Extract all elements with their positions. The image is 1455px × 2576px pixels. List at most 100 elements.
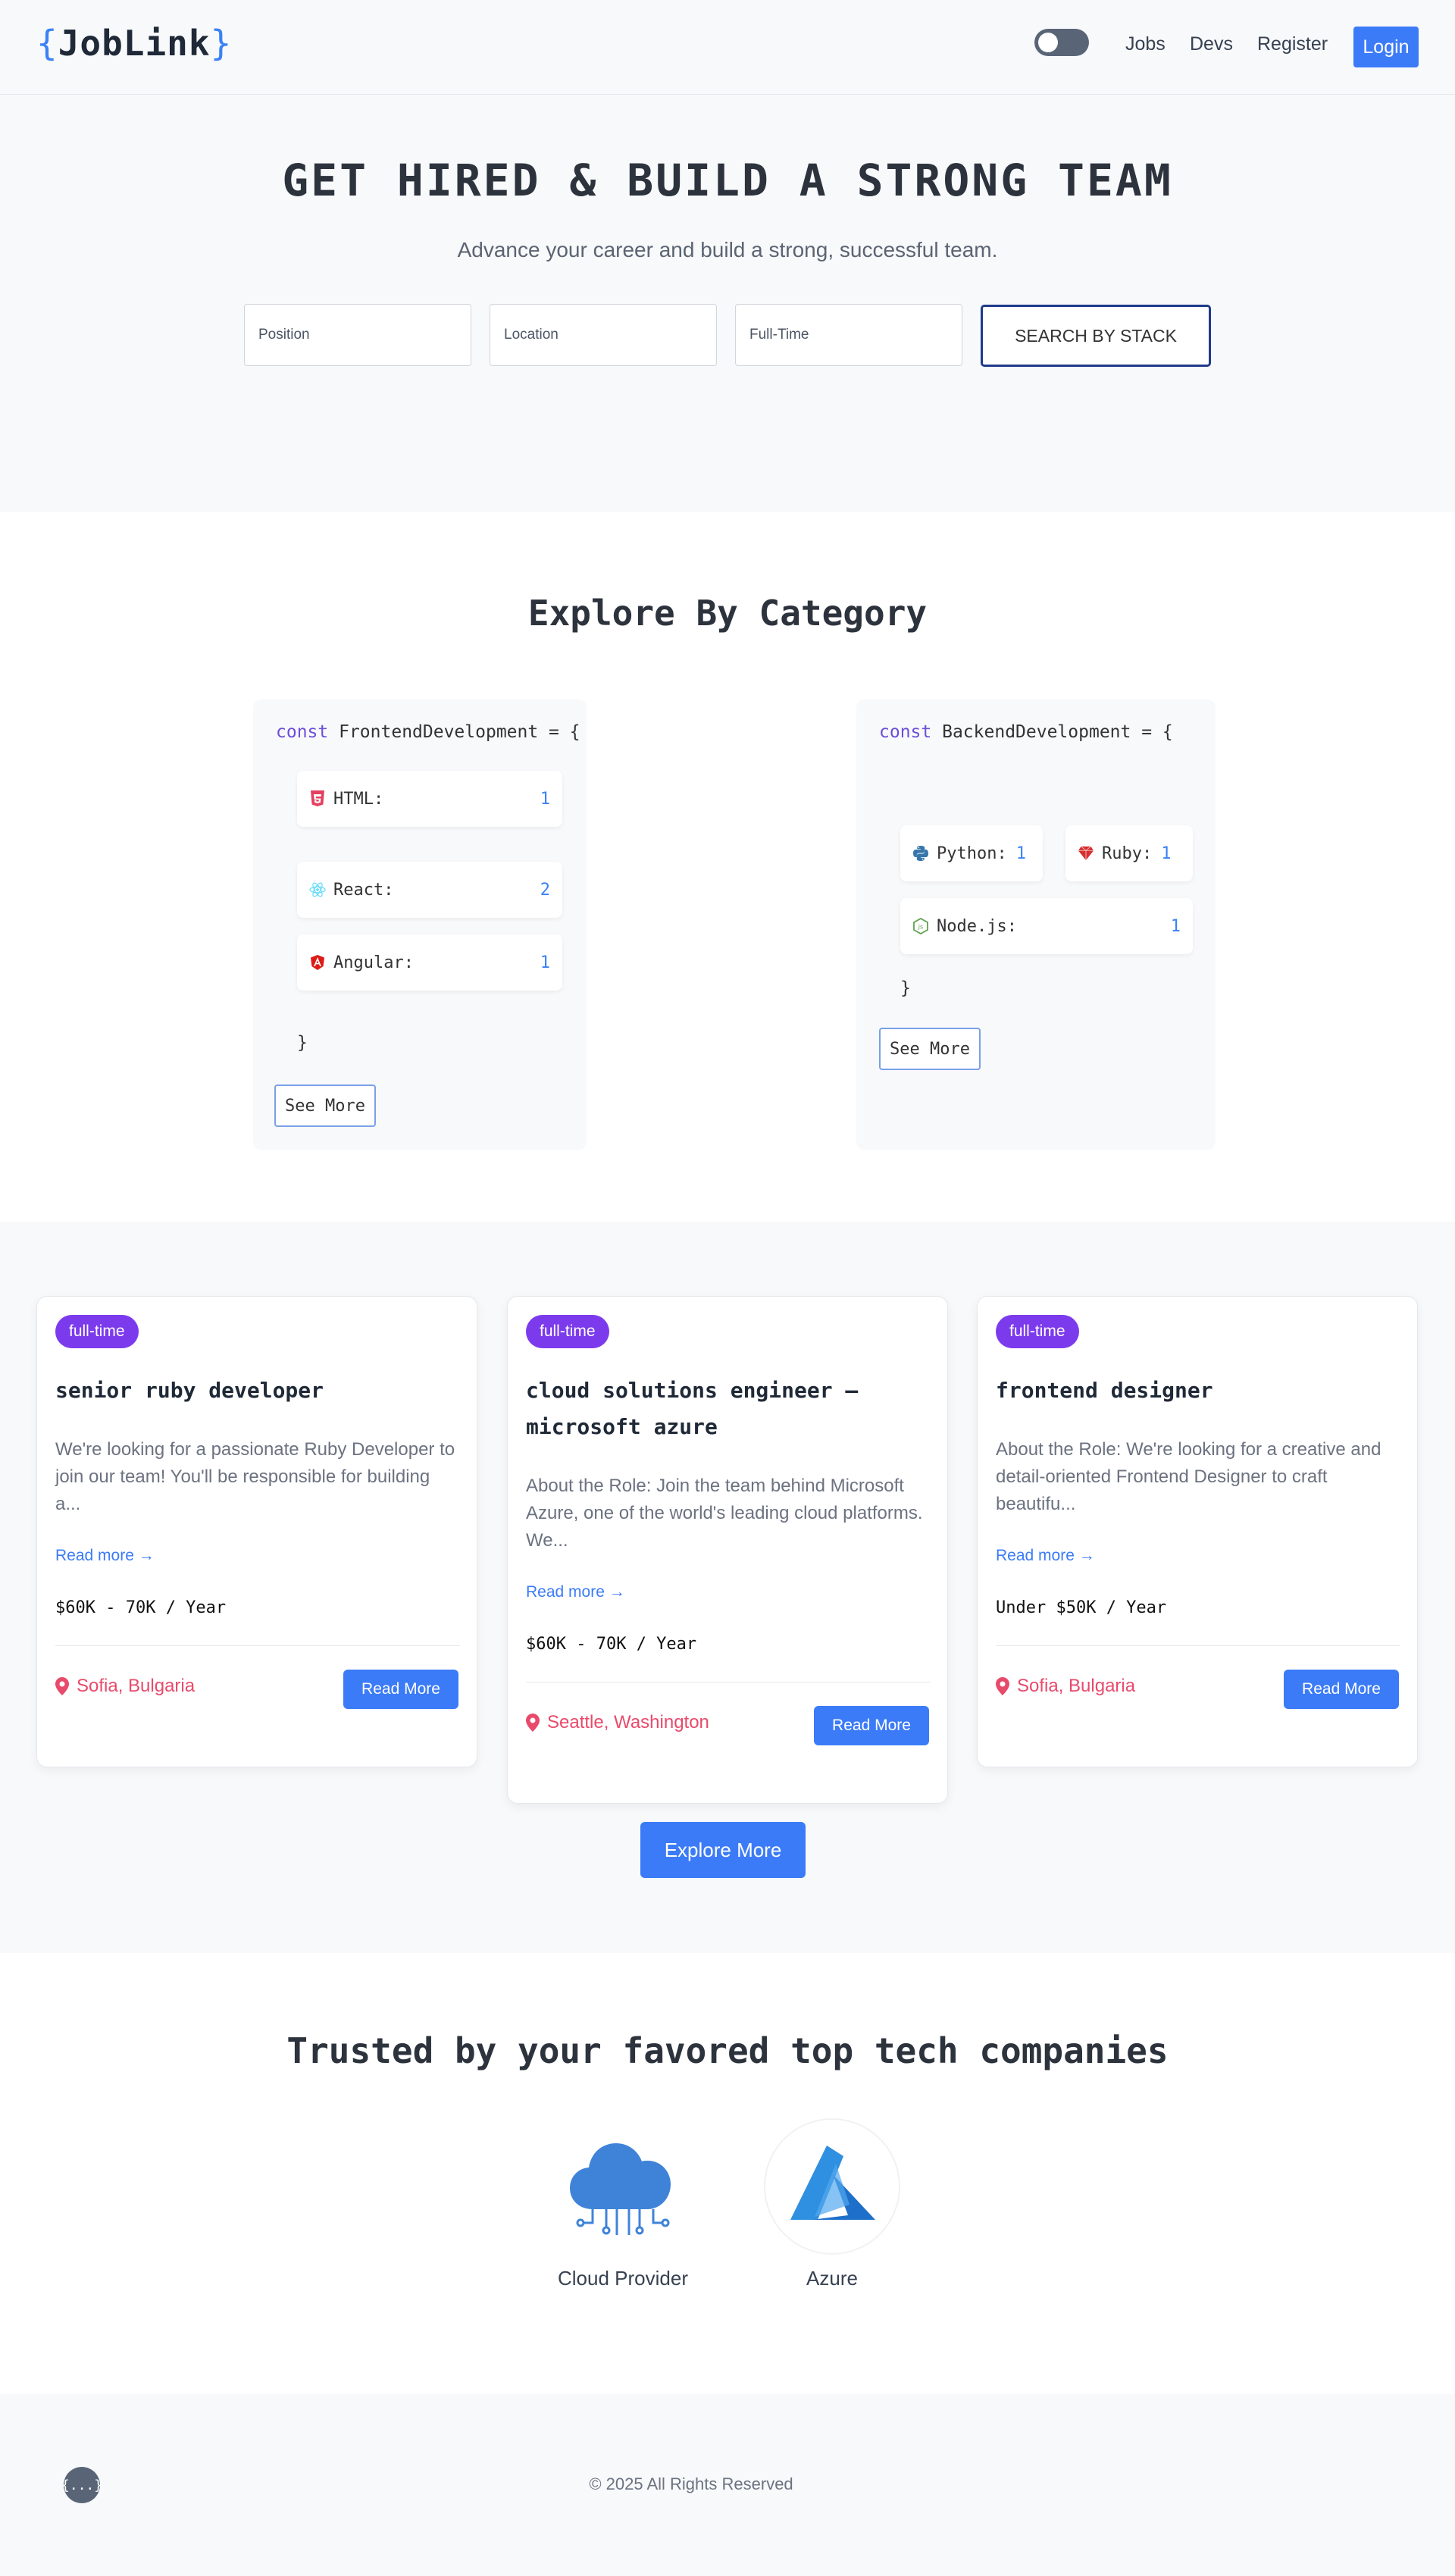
- backend-category-card: const BackendDevelopment = { Python: 1 R…: [856, 700, 1216, 1150]
- read-more-button[interactable]: Read More: [343, 1670, 458, 1709]
- job-description: We're looking for a passionate Ruby Deve…: [55, 1439, 455, 1514]
- tech-item-nodejs[interactable]: js Node.js: 1: [900, 898, 1193, 954]
- tech-count: 1: [540, 789, 550, 809]
- tech-label: Python:: [937, 844, 1007, 863]
- logo-open-brace: {: [36, 23, 58, 64]
- job-type-input[interactable]: Full-Time: [735, 304, 962, 366]
- location-pin-icon: [526, 1714, 540, 1732]
- job-card: full-time senior ruby developer We're lo…: [36, 1296, 477, 1767]
- trusted-title: Trusted by your favored top tech compani…: [286, 2030, 1169, 2071]
- backend-heading: const BackendDevelopment = {: [879, 722, 1173, 742]
- backend-name: BackendDevelopment = {: [942, 722, 1173, 742]
- python-icon: [912, 845, 929, 862]
- logo[interactable]: {JobLink}: [36, 23, 232, 64]
- tech-label: React:: [333, 880, 394, 900]
- job-type-badge: full-time: [526, 1315, 609, 1348]
- backend-see-more-button[interactable]: See More: [879, 1028, 981, 1070]
- svg-text:js: js: [918, 924, 923, 931]
- location-text: Sofia, Bulgaria: [1017, 1676, 1136, 1696]
- html5-icon: [309, 790, 326, 807]
- nav-register[interactable]: Register: [1257, 33, 1328, 55]
- read-more-link[interactable]: Read more →: [526, 1583, 625, 1601]
- tech-label: Angular:: [333, 953, 414, 972]
- job-salary: Under $50K / Year: [996, 1598, 1167, 1617]
- job-location: Sofia, Bulgaria: [55, 1676, 195, 1697]
- tech-item-html[interactable]: HTML: 1: [297, 771, 562, 827]
- tech-count: 1: [1015, 844, 1026, 863]
- job-location: Seattle, Washington: [526, 1712, 709, 1733]
- company-name: Azure: [806, 2267, 858, 2290]
- tech-item-python[interactable]: Python: 1: [900, 825, 1043, 881]
- job-card: full-time cloud solutions engineer – mic…: [507, 1296, 948, 1804]
- react-icon: [309, 881, 326, 898]
- frontend-category-card: const FrontendDevelopment = { HTML: 1 Re…: [253, 700, 587, 1150]
- read-more-button[interactable]: Read More: [814, 1706, 929, 1745]
- closing-brace: }: [900, 978, 911, 998]
- tech-label: HTML:: [333, 789, 384, 809]
- company-name: Cloud Provider: [558, 2267, 688, 2290]
- job-card: full-time frontend designer About the Ro…: [977, 1296, 1418, 1767]
- location-input[interactable]: Location: [490, 304, 717, 366]
- job-title: frontend designer: [996, 1378, 1213, 1403]
- const-keyword: const: [276, 722, 329, 742]
- job-title: senior ruby developer: [55, 1378, 324, 1403]
- job-salary: $60K - 70K / Year: [55, 1598, 227, 1617]
- tech-label: Ruby:: [1102, 844, 1153, 863]
- frontend-name: FrontendDevelopment = {: [339, 722, 580, 742]
- search-by-stack-button[interactable]: SEARCH BY STACK: [981, 305, 1211, 367]
- angular-icon: [309, 954, 326, 971]
- job-salary: $60K - 70K / Year: [526, 1635, 697, 1654]
- azure-icon: [764, 2118, 900, 2255]
- tech-item-react[interactable]: React: 2: [297, 862, 562, 918]
- const-keyword: const: [879, 722, 932, 742]
- logo-close-brace: }: [210, 23, 233, 64]
- job-description: About the Role: We're looking for a crea…: [996, 1439, 1381, 1514]
- location-text: Seattle, Washington: [547, 1712, 709, 1732]
- jobs-section: full-time senior ruby developer We're lo…: [0, 1222, 1455, 1953]
- closing-brace: }: [297, 1033, 308, 1053]
- job-location: Sofia, Bulgaria: [996, 1676, 1135, 1697]
- cloud-icon: [555, 2118, 691, 2255]
- trusted-companies-section: Trusted by your favored top tech compani…: [0, 1953, 1455, 2394]
- read-more-link[interactable]: Read more →: [55, 1547, 155, 1565]
- tech-item-angular[interactable]: Angular: 1: [297, 934, 562, 991]
- ruby-icon: [1078, 845, 1094, 862]
- location-pin-icon: [996, 1677, 1009, 1695]
- job-description: About the Role: Join the team behind Mic…: [526, 1476, 923, 1551]
- nav-devs[interactable]: Devs: [1190, 33, 1233, 55]
- company-azure[interactable]: Azure: [749, 2118, 915, 2290]
- divider: [996, 1645, 1400, 1646]
- copyright-text: © 2025 All Rights Reserved: [589, 2474, 793, 2493]
- nodejs-icon: js: [912, 918, 929, 934]
- position-input[interactable]: Position: [244, 304, 471, 366]
- read-more-link[interactable]: Read more →: [996, 1547, 1095, 1565]
- tech-count: 1: [1161, 844, 1172, 863]
- tech-item-ruby[interactable]: Ruby: 1: [1065, 825, 1193, 881]
- job-type-badge: full-time: [55, 1315, 139, 1348]
- toggle-knob: [1038, 33, 1058, 52]
- site-footer: {...} © 2025 All Rights Reserved: [0, 2394, 1455, 2576]
- frontend-heading: const FrontendDevelopment = {: [276, 722, 580, 742]
- category-section: Explore By Category const FrontendDevelo…: [0, 512, 1455, 1222]
- company-cloud-provider[interactable]: Cloud Provider: [540, 2118, 706, 2290]
- frontend-see-more-button[interactable]: See More: [274, 1085, 376, 1127]
- job-type-badge: full-time: [996, 1315, 1079, 1348]
- nav-jobs[interactable]: Jobs: [1125, 33, 1166, 55]
- explore-more-button[interactable]: Explore More: [640, 1822, 806, 1878]
- divider: [55, 1645, 460, 1646]
- tech-count: 2: [540, 880, 550, 900]
- hero-section: GET HIRED & BUILD A STRONG TEAM Advance …: [0, 95, 1455, 512]
- category-title: Explore By Category: [527, 593, 928, 634]
- tech-count: 1: [1170, 916, 1181, 936]
- tech-label: Node.js:: [937, 916, 1017, 936]
- logo-text: JobLink: [58, 23, 211, 64]
- theme-toggle[interactable]: [1034, 29, 1089, 56]
- location-pin-icon: [55, 1677, 69, 1695]
- hero-subtitle: Advance your career and build a strong, …: [457, 238, 998, 261]
- tech-count: 1: [540, 953, 550, 972]
- read-more-button[interactable]: Read More: [1284, 1670, 1399, 1709]
- hero-title: GET HIRED & BUILD A STRONG TEAM: [282, 155, 1173, 206]
- location-text: Sofia, Bulgaria: [77, 1676, 196, 1696]
- job-title: cloud solutions engineer – microsoft azu…: [526, 1378, 859, 1439]
- login-button[interactable]: Login: [1353, 27, 1419, 67]
